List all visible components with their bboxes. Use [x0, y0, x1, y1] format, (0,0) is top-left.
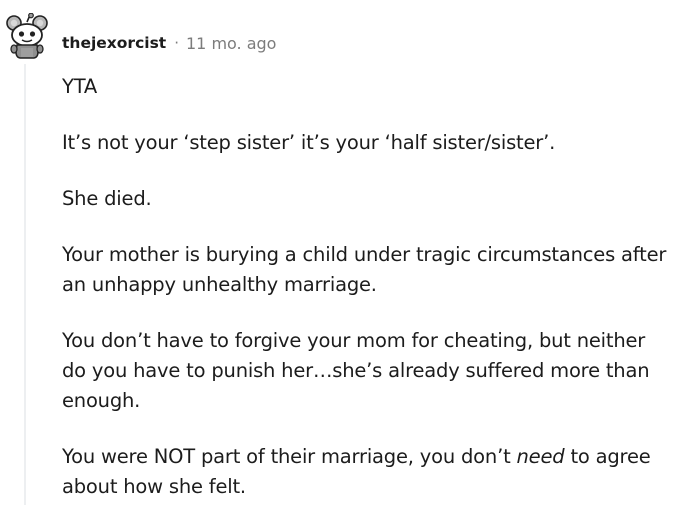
paragraph-line: about how she felt. [62, 475, 246, 498]
paragraph-line: You don’t have to forgive your mom for c… [62, 329, 646, 352]
text-segment: You were NOT part of their marriage, you… [62, 445, 517, 468]
paragraph-line: YTA [62, 75, 98, 98]
paragraph: She died. [62, 184, 700, 214]
text-segment: to agree [564, 445, 651, 468]
avatar-image [6, 12, 48, 59]
emphasis-text: need [516, 445, 565, 468]
comment: thejexorcist · 11 mo. ago YTA It’s not y… [0, 0, 700, 505]
paragraph-line: It’s not your ‘step sister’ it’s your ‘h… [62, 131, 556, 154]
paragraph: You don’t have to forgive your mom for c… [62, 326, 700, 416]
comment-body: YTA It’s not your ‘step sister’ it’s you… [62, 72, 700, 528]
paragraph-line: She died. [62, 187, 152, 210]
author-name[interactable]: thejexorcist [62, 34, 166, 52]
paragraph: Your mother is burying a child under tra… [62, 240, 700, 300]
meta-separator: · [174, 34, 179, 52]
snoo-avatar-icon[interactable] [4, 12, 50, 59]
paragraph-line: an unhappy unhealthy marriage. [62, 273, 377, 296]
paragraph-line: Your mother is burying a child under tra… [62, 243, 667, 266]
paragraph: YTA [62, 72, 700, 102]
paragraph-line: You were NOT part of their marriage, you… [62, 442, 700, 472]
comment-timestamp[interactable]: 11 mo. ago [186, 34, 276, 53]
paragraph: You were NOT part of their marriage, you… [62, 442, 700, 502]
paragraph-line: do you have to punish her…she’s already … [62, 359, 650, 382]
paragraph-line: enough. [62, 389, 141, 412]
paragraph: It’s not your ‘step sister’ it’s your ‘h… [62, 128, 700, 158]
comment-meta: thejexorcist · 11 mo. ago [62, 31, 276, 55]
thread-line[interactable] [24, 64, 26, 505]
